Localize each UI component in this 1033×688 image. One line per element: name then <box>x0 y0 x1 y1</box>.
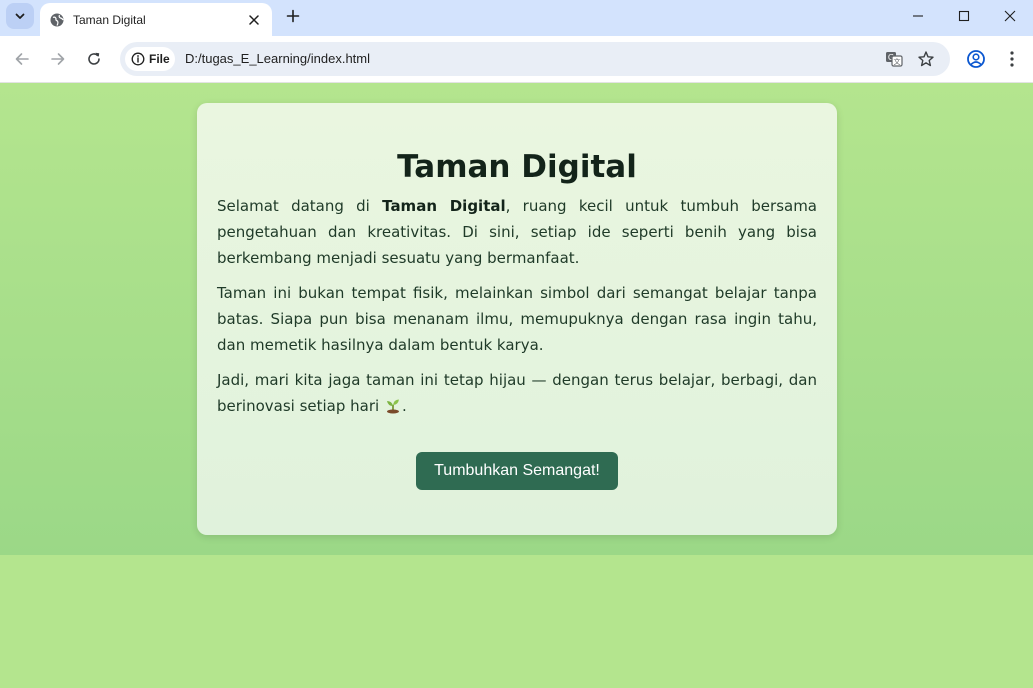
url-text[interactable]: D:/tugas_E_Learning/index.html <box>185 51 370 66</box>
profile-button[interactable] <box>962 45 990 73</box>
new-tab-button[interactable] <box>282 5 304 27</box>
site-chip-label: File <box>149 52 170 66</box>
address-bar[interactable]: File D:/tugas_E_Learning/index.html G文 <box>120 42 950 76</box>
plus-icon <box>286 9 300 23</box>
paragraph-closing: Jadi, mari kita jaga taman ini tetap hij… <box>217 367 817 419</box>
paragraph-intro-bold: Taman Digital <box>382 197 506 215</box>
browser-toolbar: File D:/tugas_E_Learning/index.html G文 <box>0 36 1033 83</box>
paragraph-symbol: Taman ini bukan tempat fisik, melainkan … <box>217 284 817 354</box>
star-icon[interactable] <box>916 49 936 69</box>
reload-icon <box>88 52 100 65</box>
window-close-button[interactable] <box>987 0 1033 32</box>
forward-arrow-icon <box>51 53 65 65</box>
site-info-chip[interactable]: File <box>125 47 175 71</box>
back-arrow-icon <box>15 53 29 65</box>
tab-strip: Taman Digital <box>0 0 1033 36</box>
info-icon <box>131 52 145 66</box>
minimize-button[interactable] <box>895 0 941 32</box>
minimize-icon <box>913 15 923 17</box>
tab-title: Taman Digital <box>73 12 146 27</box>
browser-tab-active[interactable]: Taman Digital <box>40 3 272 36</box>
paragraph-closing-start: Jadi, mari kita jaga taman ini tetap hij… <box>217 371 817 415</box>
paragraph-intro-start: Selamat datang di <box>217 197 383 215</box>
page-title: Taman Digital <box>397 149 637 185</box>
maximize-button[interactable] <box>941 0 987 32</box>
kebab-menu-icon <box>1010 51 1014 67</box>
reload-button[interactable] <box>80 45 108 73</box>
menu-button[interactable] <box>998 45 1026 73</box>
tab-search-chevron-icon <box>15 13 25 19</box>
paragraph-closing-end: . <box>401 397 407 415</box>
tab-search-button[interactable] <box>6 3 34 29</box>
globe-icon <box>49 12 65 28</box>
svg-text:文: 文 <box>894 57 901 66</box>
tumbuhkan-semangat-button[interactable]: Tumbuhkan Semangat! <box>416 452 618 490</box>
paragraph-intro: Selamat datang di Taman Digital, ruang k… <box>217 193 817 271</box>
window-close-icon <box>1004 10 1016 22</box>
maximize-icon <box>958 10 970 22</box>
back-button[interactable] <box>8 45 36 73</box>
page-viewport: Taman Digital Selamat datang di Taman Di… <box>0 83 1033 688</box>
profile-icon <box>967 50 985 68</box>
content-card: Taman Digital Selamat datang di Taman Di… <box>197 103 837 535</box>
translate-icon[interactable]: G文 <box>884 49 904 69</box>
forward-button[interactable] <box>44 45 72 73</box>
sprout-icon <box>386 399 399 414</box>
close-icon[interactable] <box>246 12 262 28</box>
